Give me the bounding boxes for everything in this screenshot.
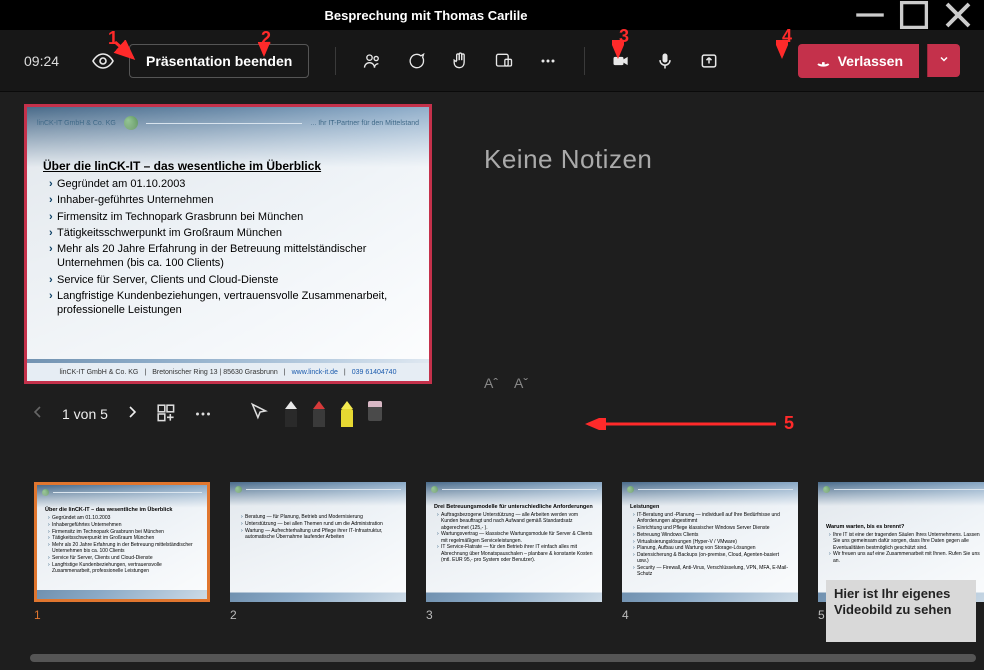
horizontal-scrollbar[interactable] (30, 654, 976, 662)
prev-slide-button[interactable] (28, 405, 46, 424)
stop-presentation-button[interactable]: Präsentation beenden (129, 44, 309, 78)
more-slide-options-icon[interactable] (192, 403, 214, 425)
thumbnail-number: 3 (426, 608, 602, 622)
chat-icon[interactable] (398, 43, 434, 79)
pen-black-icon[interactable] (284, 401, 298, 427)
pen-red-icon[interactable] (312, 401, 326, 427)
camera-icon[interactable] (603, 43, 639, 79)
toolbar: 09:24 Präsentation beenden Verlassen (0, 30, 984, 92)
page-indicator: 1 von 5 (60, 406, 110, 422)
meeting-title: Besprechung mit Thomas Carlile (4, 8, 848, 23)
notes-panel: Keine Notizen Aˆ Aˇ (444, 104, 960, 472)
next-slide-button[interactable] (124, 405, 142, 424)
current-slide: linCK-IT GmbH & Co. KG ... Ihr IT-Partne… (24, 104, 432, 384)
more-actions-icon[interactable] (530, 43, 566, 79)
title-bar: Besprechung mit Thomas Carlile (0, 0, 984, 30)
leave-dropdown-button[interactable] (927, 44, 960, 77)
raise-hand-icon[interactable] (442, 43, 478, 79)
thumbnail-2[interactable]: Beratung — für Planung, Betrieb und Mode… (230, 482, 406, 602)
toolbar-divider (584, 47, 585, 75)
grid-view-icon[interactable] (156, 403, 178, 425)
slide-title: Über die linCK-IT – das wesentliche im Ü… (43, 159, 415, 173)
drawing-tools (248, 401, 382, 427)
thumbnail-4[interactable]: Leistungen IT-Beratung und -Planung — in… (622, 482, 798, 602)
microphone-icon[interactable] (647, 43, 683, 79)
notes-heading: Keine Notizen (484, 144, 940, 175)
thumbnail-3[interactable]: Drei Betreuungsmodelle für unterschiedli… (426, 482, 602, 602)
slide-footer: linCK-IT GmbH & Co. KG| Bretonischer Rin… (27, 363, 429, 381)
highlighter-icon[interactable] (340, 401, 354, 427)
increase-font-button[interactable]: Aˆ (484, 375, 498, 391)
minimize-button[interactable] (848, 0, 892, 30)
slide-bullets: Gegründet am 01.10.2003 Inhaber-geführte… (43, 177, 415, 318)
thumbnail-number: 2 (230, 608, 406, 622)
slide-tools: 1 von 5 (24, 394, 444, 434)
leave-button-label: Verlassen (838, 53, 903, 69)
close-button[interactable] (936, 0, 980, 30)
breakout-rooms-icon[interactable] (486, 43, 522, 79)
cursor-tool-icon[interactable] (248, 401, 270, 423)
self-video-preview[interactable]: Hier ist Ihr eigenes Videobild zu sehen (826, 580, 976, 642)
thumbnail-number: 4 (622, 608, 798, 622)
thumbnail-1[interactable]: Über die linCK-IT – das wesentliche im Ü… (34, 482, 210, 602)
share-icon[interactable] (691, 43, 727, 79)
toolbar-divider (335, 47, 336, 75)
participants-icon[interactable] (354, 43, 390, 79)
decrease-font-button[interactable]: Aˇ (514, 375, 528, 391)
meeting-time: 09:24 (24, 53, 59, 69)
thumbnail-number: 1 (34, 608, 210, 622)
leave-button[interactable]: Verlassen (798, 44, 919, 78)
maximize-button[interactable] (892, 0, 936, 30)
private-view-icon[interactable] (85, 43, 121, 79)
eraser-icon[interactable] (368, 401, 382, 421)
